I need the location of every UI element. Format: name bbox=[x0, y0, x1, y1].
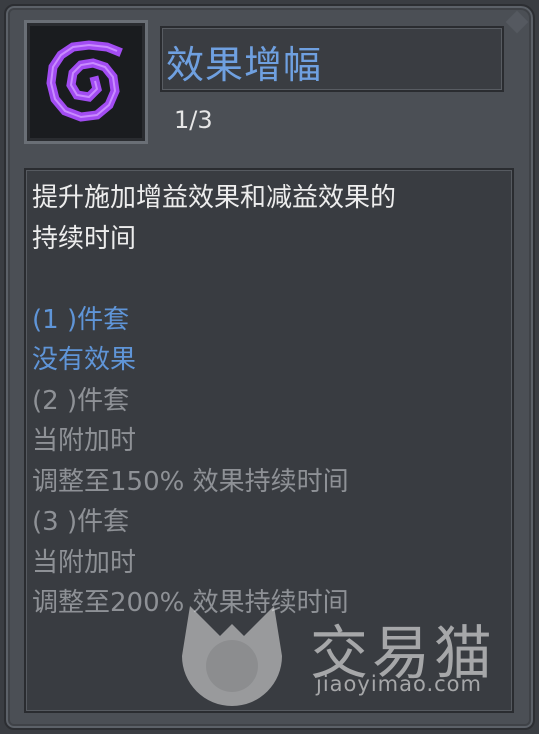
corner-ornament-icon bbox=[505, 10, 529, 34]
watermark: 交易猫 jiaoyimao.com bbox=[170, 596, 520, 716]
description-line: 提升施加增益效果和减益效果的 bbox=[32, 183, 397, 213]
set-bonus-2-header: (2 )件套 bbox=[32, 385, 130, 416]
item-icon-frame bbox=[24, 20, 148, 144]
description-line: 持续时间 bbox=[32, 223, 137, 254]
item-level: 1/3 bbox=[174, 106, 213, 134]
set-bonus-1-header: (1 )件套 bbox=[32, 304, 130, 335]
watermark-url: jiaoyimao.com bbox=[316, 672, 482, 696]
watermark-logo-icon bbox=[182, 606, 282, 706]
set-bonus-2-condition: 当附加时 bbox=[32, 426, 137, 456]
set-bonus-3-header: (3 )件套 bbox=[32, 507, 130, 537]
set-bonus-3-condition: 当附加时 bbox=[32, 547, 137, 578]
description-line bbox=[32, 259, 502, 300]
set-bonus-1-effect: 没有效果 bbox=[32, 345, 137, 375]
item-title: 效果增幅 bbox=[166, 43, 323, 87]
purple-spiral-icon bbox=[46, 40, 123, 122]
set-bonus-2-effect: 调整至150% 效果持续时间 bbox=[32, 466, 349, 497]
description-text: 提升施加增益效果和减益效果的 持续时间 (1 )件套 没有效果 (2 )件套 当… bbox=[32, 178, 502, 624]
